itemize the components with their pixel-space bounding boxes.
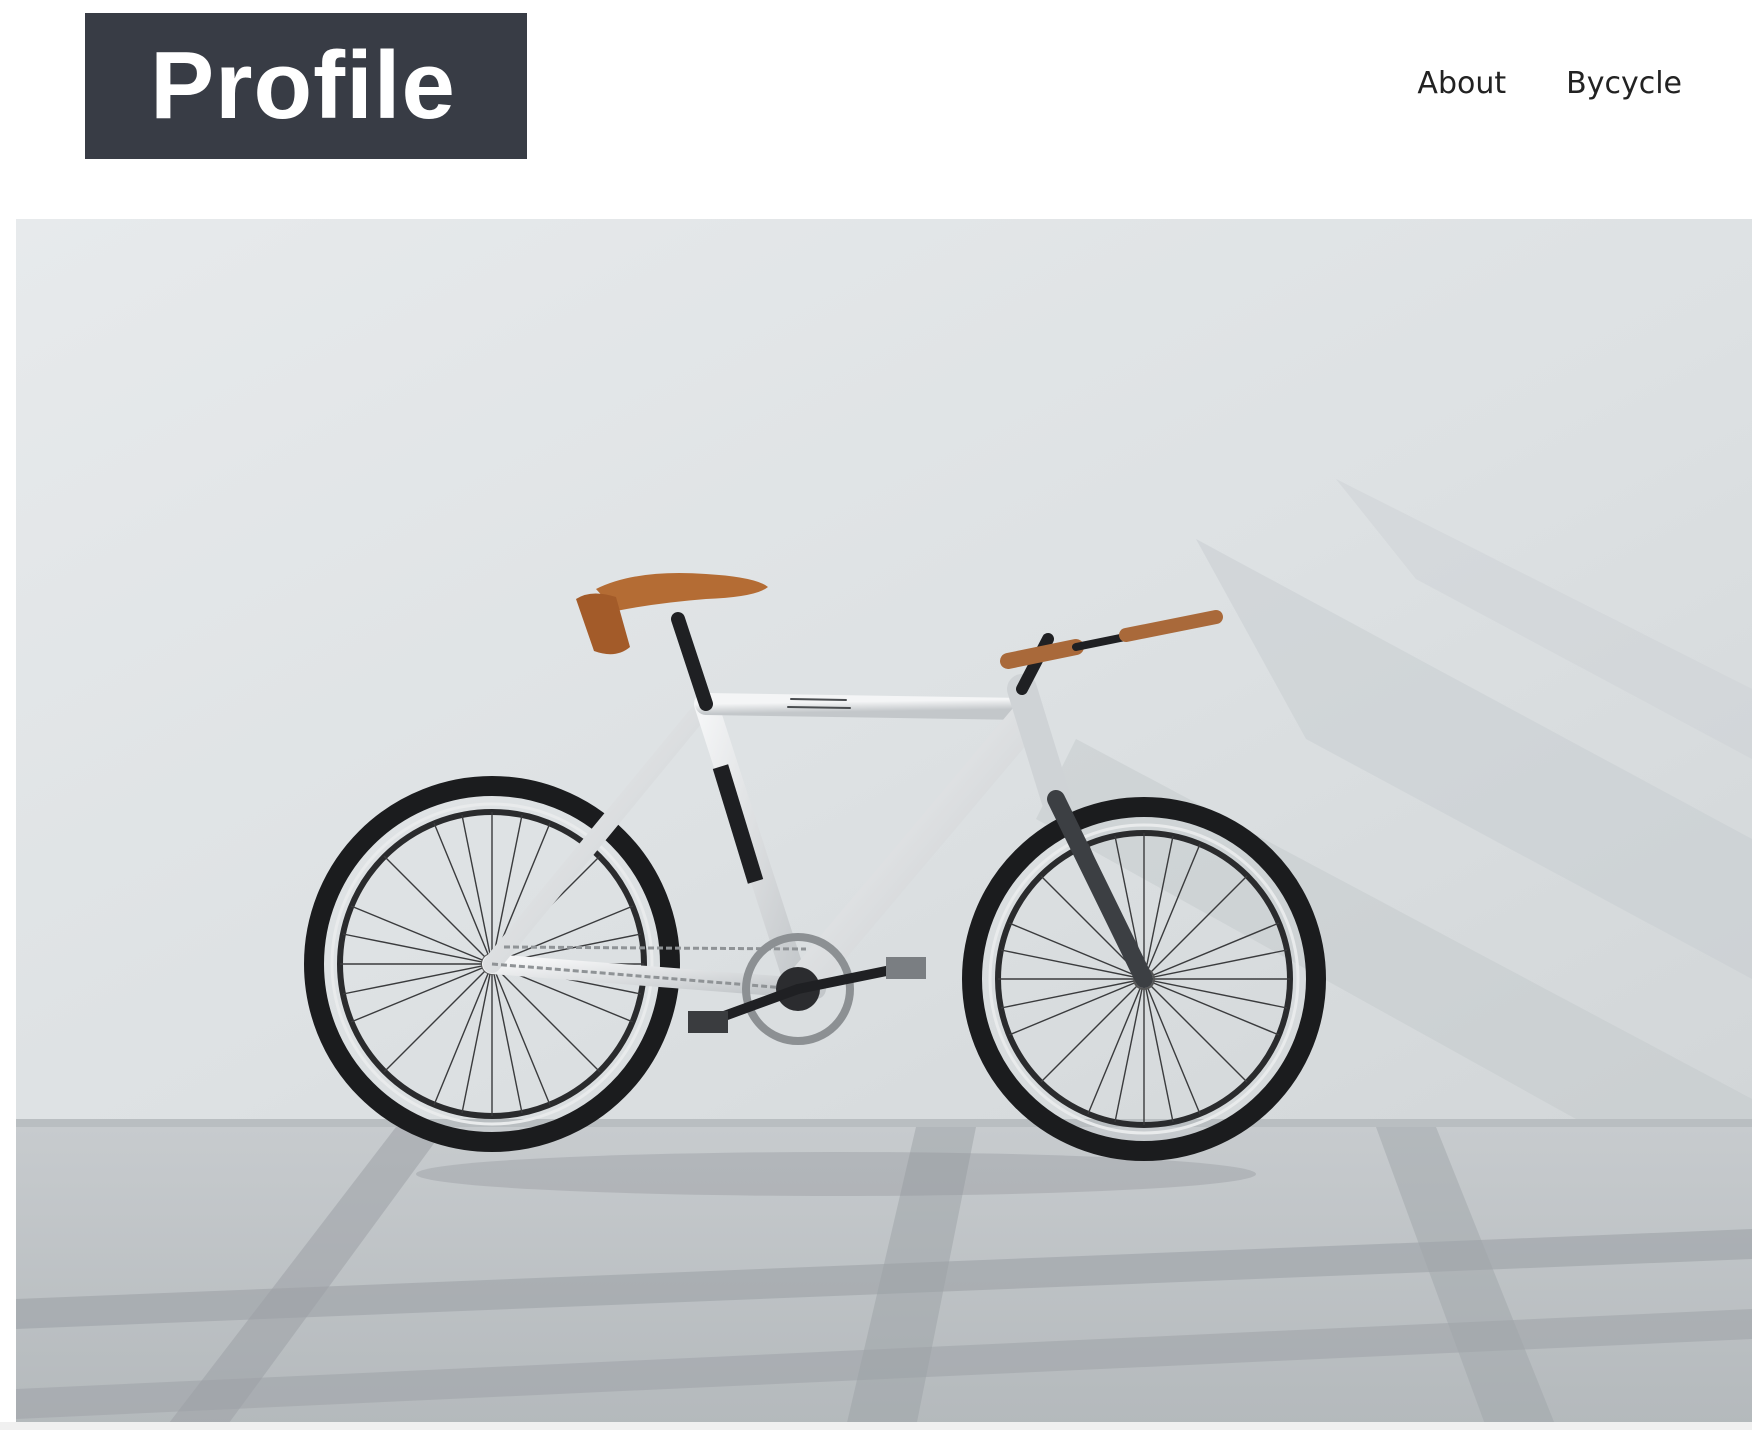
nav-link-bycycle[interactable]: Bycycle — [1566, 66, 1682, 102]
page-bottom-strip — [0, 1422, 1752, 1430]
site-header: Profile About Bycycle — [0, 0, 1752, 218]
nav-link-about[interactable]: About — [1417, 66, 1506, 102]
site-logo[interactable]: Profile — [85, 13, 527, 159]
site-logo-text: Profile — [150, 32, 456, 139]
bicycle-photo — [16, 219, 1752, 1427]
hero-image — [16, 219, 1752, 1427]
main-nav: About Bycycle — [1417, 66, 1682, 102]
